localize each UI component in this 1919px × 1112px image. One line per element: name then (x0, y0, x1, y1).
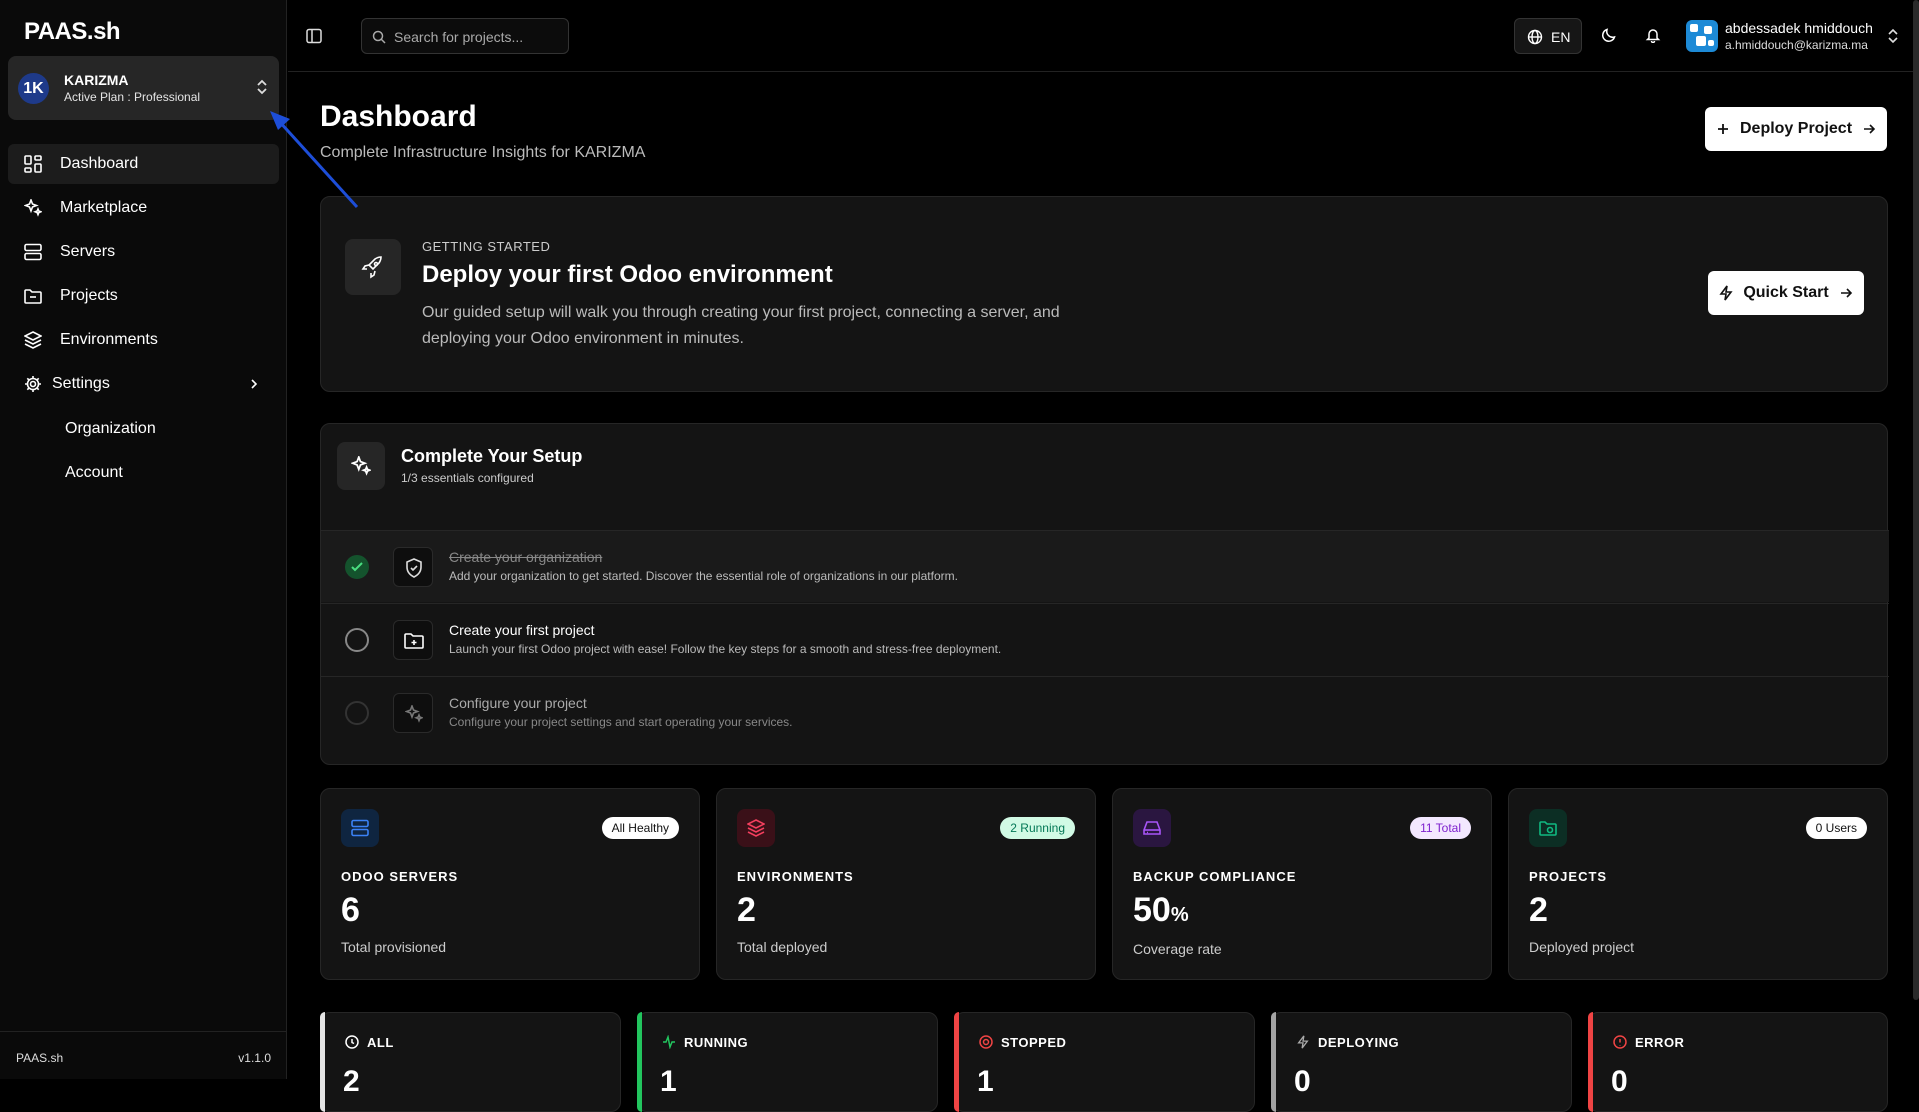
annotation-arrow (270, 111, 359, 209)
